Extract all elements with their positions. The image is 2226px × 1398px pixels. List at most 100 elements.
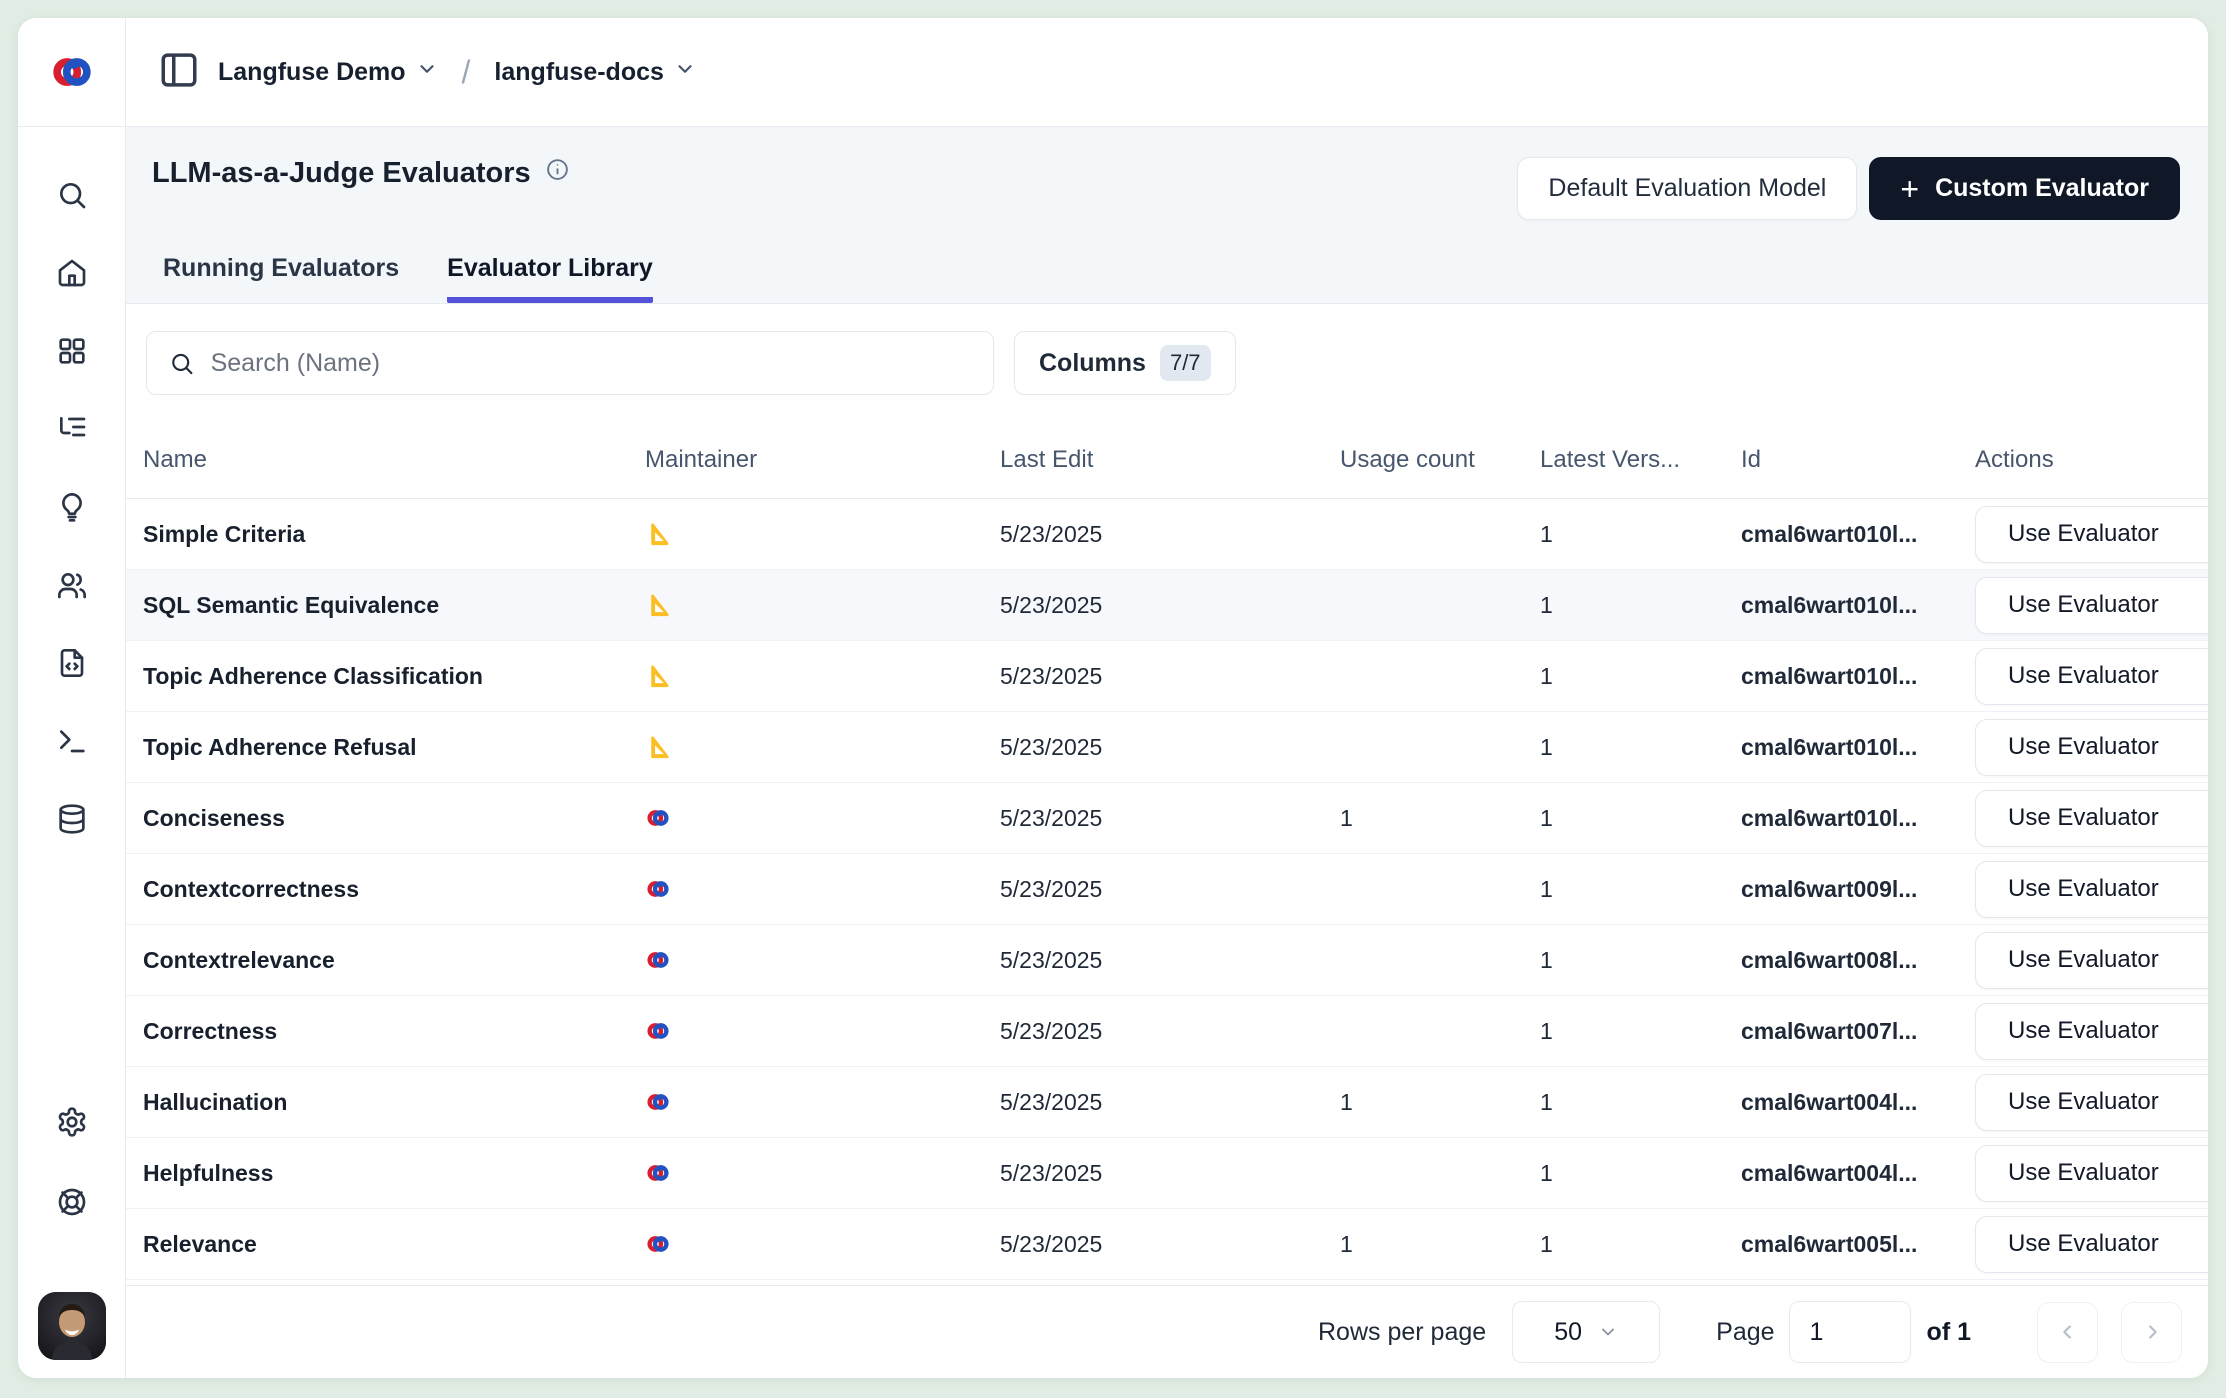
tab-running-evaluators[interactable]: Running Evaluators bbox=[163, 254, 399, 303]
evaluator-name: Hallucination bbox=[143, 1089, 645, 1116]
tracing-icon[interactable] bbox=[56, 413, 88, 445]
search-box bbox=[146, 331, 994, 395]
evaluators-table: Name Maintainer Last Edit Usage count La… bbox=[126, 421, 2208, 1285]
search-icon[interactable] bbox=[56, 179, 88, 211]
users-icon[interactable] bbox=[56, 569, 88, 601]
search-input[interactable] bbox=[211, 349, 971, 378]
table-row[interactable]: Topic Adherence Refusal 5/23/2025 1 cmal… bbox=[126, 712, 2208, 783]
column-header-name[interactable]: Name bbox=[143, 446, 645, 474]
usage-count: 1 bbox=[1340, 805, 1540, 832]
evaluator-id: cmal6wart004l... bbox=[1741, 1089, 1975, 1116]
usage-count: 1 bbox=[1340, 1231, 1540, 1258]
user-avatar[interactable] bbox=[38, 1292, 106, 1360]
evaluator-name: Topic Adherence Refusal bbox=[143, 734, 645, 761]
sidebar-bottom bbox=[38, 1106, 106, 1378]
use-evaluator-button[interactable]: Use Evaluator bbox=[1975, 790, 2208, 847]
page-title: LLM-as-a-Judge Evaluators bbox=[152, 157, 570, 190]
database-icon[interactable] bbox=[56, 803, 88, 835]
column-header-id[interactable]: Id bbox=[1741, 446, 1975, 474]
use-evaluator-button[interactable]: Use Evaluator bbox=[1975, 1003, 2208, 1060]
tab-evaluator-library[interactable]: Evaluator Library bbox=[447, 254, 653, 303]
last-edit-date: 5/23/2025 bbox=[1000, 1018, 1340, 1045]
column-header-usage-count[interactable]: Usage count bbox=[1340, 446, 1540, 474]
playground-icon[interactable] bbox=[56, 725, 88, 757]
table-row[interactable]: Helpfulness 5/23/2025 1 cmal6wart004l...… bbox=[126, 1138, 2208, 1209]
rows-per-page-select[interactable]: 50 bbox=[1512, 1301, 1660, 1363]
last-edit-date: 5/23/2025 bbox=[1000, 1160, 1340, 1187]
evaluator-id: cmal6wart010l... bbox=[1741, 592, 1975, 619]
langfuse-logo-icon bbox=[645, 805, 671, 831]
home-icon[interactable] bbox=[56, 257, 88, 289]
latest-version: 1 bbox=[1540, 521, 1741, 548]
evaluator-name: SQL Semantic Equivalence bbox=[143, 592, 645, 619]
table-row[interactable]: Conciseness 5/23/2025 1 1 cmal6wart010l.… bbox=[126, 783, 2208, 854]
table-row[interactable]: SQL Semantic Equivalence 5/23/2025 1 cma… bbox=[126, 570, 2208, 641]
chevron-left-icon bbox=[2057, 1321, 2079, 1343]
maintainer-cell bbox=[645, 663, 1000, 689]
last-edit-date: 5/23/2025 bbox=[1000, 592, 1340, 619]
dashboards-icon[interactable] bbox=[56, 335, 88, 367]
use-evaluator-button[interactable]: Use Evaluator bbox=[1975, 719, 2208, 776]
column-header-last-edit[interactable]: Last Edit bbox=[1000, 446, 1340, 474]
maintainer-cell bbox=[645, 876, 1000, 902]
last-edit-date: 5/23/2025 bbox=[1000, 1089, 1340, 1116]
use-evaluator-button[interactable]: Use Evaluator bbox=[1975, 506, 2208, 563]
support-lifebuoy-icon[interactable] bbox=[56, 1186, 88, 1218]
tab-bar: Running Evaluators Evaluator Library bbox=[152, 254, 2180, 303]
table-row[interactable]: Topic Adherence Classification 5/23/2025… bbox=[126, 641, 2208, 712]
table-row[interactable]: Simple Criteria 5/23/2025 1 cmal6wart010… bbox=[126, 499, 2208, 570]
table-row[interactable]: Hallucination 5/23/2025 1 1 cmal6wart004… bbox=[126, 1067, 2208, 1138]
use-evaluator-button[interactable]: Use Evaluator bbox=[1975, 648, 2208, 705]
project-name: langfuse-docs bbox=[494, 58, 663, 87]
columns-button[interactable]: Columns 7/7 bbox=[1014, 331, 1236, 395]
last-edit-date: 5/23/2025 bbox=[1000, 734, 1340, 761]
langfuse-logo-icon bbox=[645, 947, 671, 973]
previous-page-button[interactable] bbox=[2037, 1302, 2098, 1363]
topbar: Langfuse Demo / langfuse-docs bbox=[126, 18, 2208, 127]
evaluator-id: cmal6wart010l... bbox=[1741, 663, 1975, 690]
org-name: Langfuse Demo bbox=[218, 58, 406, 87]
custom-evaluator-button[interactable]: + Custom Evaluator bbox=[1869, 157, 2180, 220]
column-header-maintainer[interactable]: Maintainer bbox=[645, 446, 1000, 474]
last-edit-date: 5/23/2025 bbox=[1000, 805, 1340, 832]
use-evaluator-button[interactable]: Use Evaluator bbox=[1975, 577, 2208, 634]
langfuse-logo-icon bbox=[645, 876, 671, 902]
page-number-input[interactable] bbox=[1789, 1301, 1911, 1363]
table-row[interactable]: Contextcorrectness 5/23/2025 1 cmal6wart… bbox=[126, 854, 2208, 925]
use-evaluator-button[interactable]: Use Evaluator bbox=[1975, 932, 2208, 989]
table-row[interactable]: Contextrelevance 5/23/2025 1 cmal6wart00… bbox=[126, 925, 2208, 996]
langfuse-logo-icon bbox=[645, 1160, 671, 1186]
ragas-triangle-icon bbox=[645, 734, 671, 760]
plus-icon: + bbox=[1900, 173, 1919, 205]
project-switcher[interactable]: langfuse-docs bbox=[494, 58, 695, 87]
use-evaluator-button[interactable]: Use Evaluator bbox=[1975, 1216, 2208, 1273]
use-evaluator-button[interactable]: Use Evaluator bbox=[1975, 1074, 2208, 1131]
rows-per-page-label: Rows per page bbox=[1318, 1318, 1486, 1347]
settings-gear-icon[interactable] bbox=[56, 1106, 88, 1138]
evaluator-id: cmal6wart005l... bbox=[1741, 1231, 1975, 1258]
next-page-button[interactable] bbox=[2121, 1302, 2182, 1363]
evaluator-id: cmal6wart010l... bbox=[1741, 734, 1975, 761]
evaluator-name: Helpfulness bbox=[143, 1160, 645, 1187]
sidebar-toggle-icon[interactable] bbox=[158, 49, 200, 96]
latest-version: 1 bbox=[1540, 805, 1741, 832]
langfuse-logo-icon[interactable] bbox=[18, 18, 125, 127]
org-switcher[interactable]: Langfuse Demo bbox=[218, 58, 438, 87]
evaluator-name: Correctness bbox=[143, 1018, 645, 1045]
use-evaluator-button[interactable]: Use Evaluator bbox=[1975, 861, 2208, 918]
maintainer-cell bbox=[645, 1089, 1000, 1115]
default-evaluation-model-button[interactable]: Default Evaluation Model bbox=[1517, 157, 1857, 220]
evaluator-name: Topic Adherence Classification bbox=[143, 663, 645, 690]
last-edit-date: 5/23/2025 bbox=[1000, 947, 1340, 974]
column-header-actions: Actions bbox=[1975, 446, 2208, 474]
table-toolbar: Columns 7/7 bbox=[126, 304, 2208, 421]
prompts-icon[interactable] bbox=[56, 491, 88, 523]
use-evaluator-button[interactable]: Use Evaluator bbox=[1975, 1145, 2208, 1202]
column-header-latest-version[interactable]: Latest Vers... bbox=[1540, 446, 1741, 474]
evaluator-name: Contextrelevance bbox=[143, 947, 645, 974]
table-row[interactable]: Correctness 5/23/2025 1 cmal6wart007l...… bbox=[126, 996, 2208, 1067]
datasets-icon[interactable] bbox=[56, 647, 88, 679]
table-row[interactable]: Relevance 5/23/2025 1 1 cmal6wart005l...… bbox=[126, 1209, 2208, 1280]
info-icon[interactable] bbox=[545, 157, 570, 190]
chevron-down-icon bbox=[416, 58, 438, 87]
